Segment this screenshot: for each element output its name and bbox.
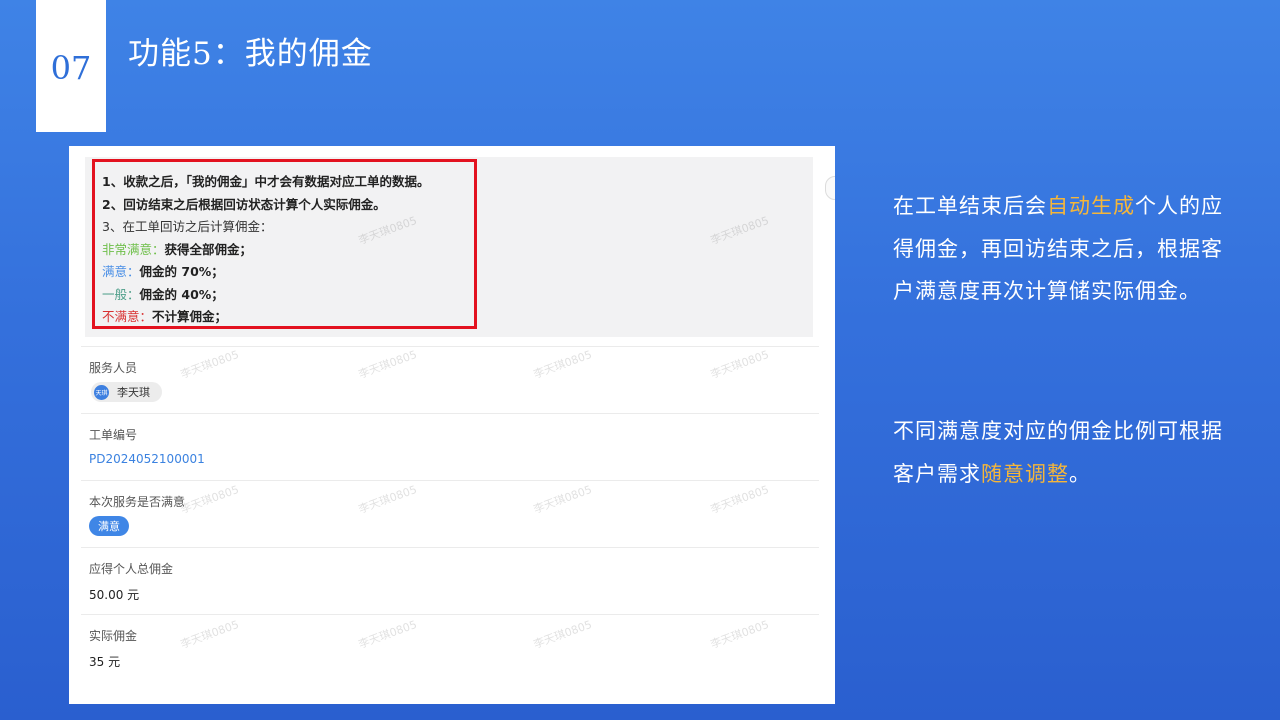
field-order-no: 工单编号 PD2024052100001 bbox=[81, 413, 819, 480]
field-actual-commission: 实际佣金 35 元 bbox=[81, 614, 819, 695]
rule-text: 佣金的 40%； bbox=[139, 286, 224, 302]
field-service-person: 服务人员 天琪 李天琪 bbox=[81, 346, 819, 413]
expected-commission-value: 50.00 元 bbox=[89, 588, 140, 602]
person-chip[interactable]: 天琪 李天琪 bbox=[91, 382, 162, 402]
desc-text: 。 bbox=[1069, 461, 1091, 486]
rule-level: 满意： bbox=[102, 264, 140, 279]
slide-number-box: 07 bbox=[36, 0, 106, 132]
rule-text: 佣金的 70%； bbox=[139, 264, 224, 279]
desc-highlight: 随意调整 bbox=[981, 461, 1069, 486]
rule-level: 不满意： bbox=[102, 309, 153, 324]
field-label: 实际佣金 bbox=[89, 629, 138, 643]
field-satisfaction: 本次服务是否满意 满意 bbox=[81, 480, 819, 547]
field-label: 服务人员 bbox=[89, 361, 138, 375]
rule-level: 非常满意： bbox=[102, 241, 165, 257]
rule-level: 一般： bbox=[102, 286, 140, 302]
notice-line-2: 2、回访结束之后根据回访状态计算个人实际佣金。 bbox=[102, 196, 386, 212]
desc-text: 在工单结束后会 bbox=[893, 194, 1047, 218]
notice-line-3: 3、在工单回访之后计算佣金： bbox=[102, 219, 273, 234]
field-expected-commission: 应得个人总佣金 50.00 元 bbox=[81, 547, 819, 614]
desc-highlight: 自动生成 bbox=[1047, 194, 1135, 218]
rule-text: 获得全部佣金； bbox=[164, 241, 253, 257]
rule-satisfied: 满意：佣金的 70%； bbox=[102, 261, 429, 284]
rule-average: 一般：佣金的 40%； bbox=[102, 284, 429, 307]
close-icon[interactable] bbox=[825, 176, 835, 200]
rule-unsatisfied: 不满意：不计算佣金； bbox=[102, 306, 429, 329]
notice-text: 1、收款之后，「我的佣金」中才会有数据对应工单的数据。 2、回访结束之后根据回访… bbox=[102, 171, 429, 329]
field-label: 本次服务是否满意 bbox=[89, 495, 186, 509]
field-label: 应得个人总佣金 bbox=[89, 562, 174, 576]
actual-commission-value: 35 元 bbox=[89, 655, 121, 669]
avatar: 天琪 bbox=[94, 384, 109, 400]
description-paragraph-2: 不同满意度对应的佣金比例可根据客户需求随意调整。 bbox=[893, 410, 1233, 495]
description-paragraph-1: 在工单结束后会自动生成个人的应得佣金，再回访结束之后，根据客户满意度再次计算储实… bbox=[893, 185, 1233, 313]
slide-number: 07 bbox=[50, 49, 92, 87]
commission-screenshot: 1、收款之后，「我的佣金」中才会有数据对应工单的数据。 2、回访结束之后根据回访… bbox=[69, 146, 835, 704]
slide-title: 功能5：我的佣金 bbox=[128, 36, 373, 72]
rule-text: 不计算佣金； bbox=[152, 309, 228, 324]
field-label: 工单编号 bbox=[89, 428, 138, 442]
person-name: 李天琪 bbox=[117, 386, 150, 399]
rule-very-satisfied: 非常满意：获得全部佣金； bbox=[102, 239, 429, 262]
notice-line-1: 1、收款之后，「我的佣金」中才会有数据对应工单的数据。 bbox=[102, 174, 430, 189]
order-no-link[interactable]: PD2024052100001 bbox=[89, 452, 205, 466]
status-badge: 满意 bbox=[89, 516, 129, 536]
